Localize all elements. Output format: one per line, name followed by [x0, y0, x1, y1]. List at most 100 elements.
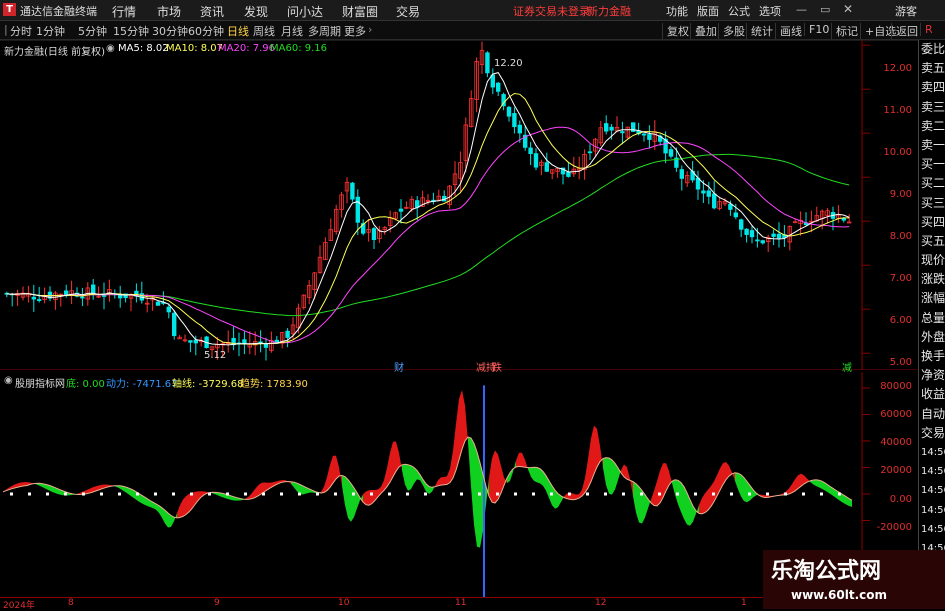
sub-tick: 60000: [880, 409, 912, 420]
quote-field-25[interactable]: 14:56: [919, 520, 945, 539]
indicator-band: [402, 464, 405, 485]
quote-field-10[interactable]: 买五: [919, 232, 945, 251]
ma60-line: [6, 153, 850, 317]
guest-label[interactable]: 游客: [895, 3, 917, 19]
indicator-band: [438, 477, 441, 486]
btn-diejia[interactable]: 叠加: [690, 23, 717, 39]
menu-gongneng[interactable]: 功能: [666, 3, 688, 19]
candle-body: [733, 212, 738, 218]
btn-r[interactable]: R: [920, 23, 933, 36]
indicator-band: [468, 436, 471, 487]
indicator-band: [480, 462, 483, 548]
zero-dot: [226, 492, 229, 496]
menu-caifuquan[interactable]: 财富圈: [342, 3, 378, 20]
menu-shichang[interactable]: 市场: [157, 3, 181, 20]
indicator-band: [327, 464, 330, 491]
btn-biaoji[interactable]: 标记: [831, 23, 858, 39]
zero-dot: [118, 492, 121, 496]
btn-fanhui[interactable]: 返回: [891, 23, 918, 39]
settings-icon[interactable]: ◉: [4, 375, 13, 386]
quote-field-23[interactable]: 14:56: [919, 481, 945, 500]
quote-field-19[interactable]: 自动: [919, 405, 945, 424]
ma5-readout: MA5: 8.02: [118, 43, 169, 54]
indicator-band: [180, 499, 183, 518]
zero-dot: [388, 492, 391, 496]
btn-tongji[interactable]: 统计: [746, 23, 773, 39]
period-30min[interactable]: 30分钟: [152, 23, 188, 39]
btn-duogu[interactable]: 多股: [718, 23, 745, 39]
zero-dot: [676, 492, 679, 496]
date-label: 12: [595, 598, 607, 608]
period-multi[interactable]: 多周期: [308, 23, 341, 39]
quote-field-13[interactable]: 涨幅: [919, 289, 945, 308]
close-icon[interactable]: ✕: [843, 2, 853, 16]
menu-zixun[interactable]: 资讯: [200, 3, 224, 20]
menu-hangqing[interactable]: 行情: [112, 3, 136, 20]
quote-field-0[interactable]: 委比: [919, 40, 945, 59]
quote-field-17[interactable]: 净资: [919, 366, 945, 385]
indicator-band: [321, 486, 324, 493]
zero-dot: [82, 492, 85, 496]
menu-xuanxiang[interactable]: 选项: [759, 3, 781, 19]
quote-field-16[interactable]: 换手: [919, 347, 945, 366]
menu-gongshi[interactable]: 公式: [728, 3, 750, 19]
quote-field-3[interactable]: 卖三: [919, 98, 945, 117]
quote-field-7[interactable]: 买二: [919, 174, 945, 193]
quote-field-18[interactable]: 收益: [919, 385, 945, 404]
quote-field-22[interactable]: 14:56: [919, 462, 945, 481]
quote-field-12[interactable]: 涨跌: [919, 270, 945, 289]
quote-field-20[interactable]: 交易: [919, 424, 945, 443]
period-60min[interactable]: 60分钟: [188, 23, 224, 39]
app-name: 通达信金融终端: [20, 5, 97, 18]
indicator-band: [519, 452, 522, 467]
period-weekly[interactable]: 周线: [253, 23, 275, 39]
candle-body: [263, 343, 269, 348]
zero-dot: [550, 492, 553, 496]
chevron-right-icon[interactable]: ›: [368, 23, 372, 36]
settings-icon[interactable]: ◉: [106, 43, 115, 54]
period-daily[interactable]: 日线: [227, 23, 249, 39]
indicator-band: [453, 423, 456, 478]
quote-field-5[interactable]: 卖一: [919, 136, 945, 155]
chevron-left-icon[interactable]: |: [4, 23, 8, 36]
maximize-icon[interactable]: ▭: [820, 3, 830, 16]
period-1min[interactable]: 1分钟: [36, 23, 65, 39]
candle-body: [679, 169, 684, 179]
quote-field-4[interactable]: 卖二: [919, 117, 945, 136]
quote-field-21[interactable]: 14:56: [919, 443, 945, 462]
btn-huaxian[interactable]: 画线: [775, 23, 802, 39]
quote-field-15[interactable]: 外盘: [919, 328, 945, 347]
menu-faxian[interactable]: 发现: [244, 3, 268, 20]
btn-fuquan[interactable]: 复权: [662, 23, 689, 39]
quote-field-9[interactable]: 买四: [919, 213, 945, 232]
indicator-band: [477, 452, 480, 548]
quote-field-8[interactable]: 买三: [919, 194, 945, 213]
quote-field-2[interactable]: 卖四: [919, 78, 945, 97]
indicator-band: [399, 452, 402, 471]
candle-body: [155, 301, 161, 306]
quote-field-1[interactable]: 卖五: [919, 59, 945, 78]
menu-banmian[interactable]: 版面: [697, 3, 719, 19]
price-chart[interactable]: [0, 40, 918, 370]
indicator-band: [585, 459, 588, 493]
indicator-band: [183, 496, 186, 517]
period-monthly[interactable]: 月线: [281, 23, 303, 39]
minimize-icon[interactable]: —: [796, 3, 807, 16]
btn-f10[interactable]: F10: [804, 23, 829, 36]
quote-field-11[interactable]: 现价: [919, 251, 945, 270]
di-readout: 底: 0.00: [66, 379, 105, 390]
candle-body: [609, 126, 614, 131]
period-15min[interactable]: 15分钟: [113, 23, 149, 39]
trade-login-warning[interactable]: 证券交易未登录: [513, 3, 590, 19]
quote-field-6[interactable]: 买一: [919, 155, 945, 174]
indicator-band: [735, 472, 738, 490]
zero-dot: [64, 492, 67, 496]
period-fenshi[interactable]: 分时: [10, 23, 32, 39]
menu-jiaoyi[interactable]: 交易: [396, 3, 420, 20]
menu-wenxiaoda[interactable]: 问小达: [287, 3, 323, 20]
period-more[interactable]: 更多: [344, 23, 366, 39]
period-5min[interactable]: 5分钟: [78, 23, 107, 39]
zero-dot: [28, 492, 31, 496]
quote-field-24[interactable]: 14:56: [919, 501, 945, 520]
quote-field-14[interactable]: 总量: [919, 309, 945, 328]
